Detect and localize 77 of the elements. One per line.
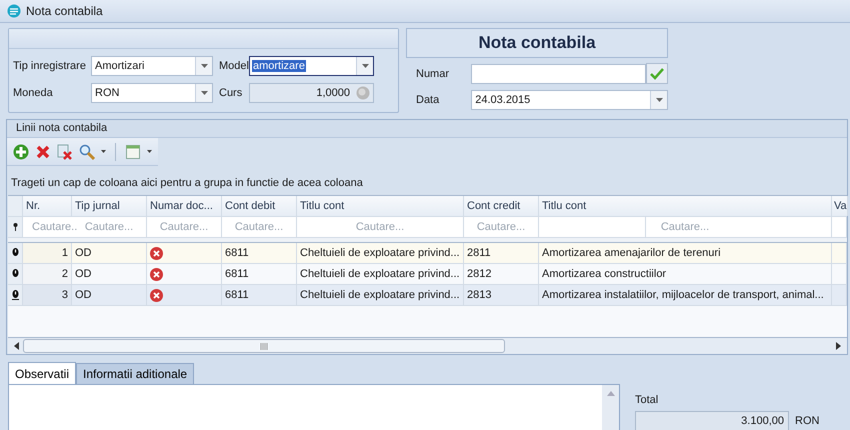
table-cell: OD [72, 285, 147, 305]
field-label: Numar [415, 68, 450, 80]
grip-icon[interactable] [260, 342, 268, 350]
window-title: Nota contabila [26, 4, 103, 18]
field-label: Moneda [13, 87, 54, 99]
table-cell: Amortizarea instalatiilor, mijloacelor de transport, animal... [539, 285, 832, 305]
dropdown-button[interactable] [650, 90, 667, 108]
sheet-icon[interactable] [125, 144, 141, 160]
table-cell: 6811 [222, 285, 297, 305]
table-cell: Cheltuieli de exploatare privind... [297, 243, 464, 263]
total-label: Total [635, 394, 660, 406]
table-cell: OD [72, 264, 147, 284]
horizontal-scrollbar[interactable] [8, 338, 847, 354]
table-cell: 2 [23, 264, 72, 284]
caret-icon [200, 64, 208, 68]
number-field[interactable] [471, 64, 646, 84]
table-cell: 1 [23, 243, 72, 263]
table-cell: Amortizarea constructiilor [539, 264, 832, 284]
add-icon[interactable] [13, 144, 29, 160]
readonly-field[interactable]: 1,0000 [249, 83, 374, 103]
currency-label: RON [795, 415, 820, 427]
field-label: Data [415, 94, 440, 106]
column-header[interactable]: Cont credit [464, 196, 539, 216]
field-label: Tip inregistrare [13, 60, 87, 72]
dropdown-button[interactable] [195, 84, 212, 102]
column-header[interactable]: Cont debit [222, 196, 297, 216]
checkmark-icon [650, 68, 664, 80]
tab[interactable]: Observatii [8, 362, 76, 384]
dropdown-button[interactable] [195, 57, 212, 75]
group-by-hint: Trageti un cap de coloana aici pentru a grupa in functie de acea coloana [10, 176, 364, 191]
column-header[interactable]: Titlu cont [297, 196, 464, 216]
warning-icon [12, 290, 18, 300]
table-cell: 2813 [464, 285, 539, 305]
caret-icon[interactable] [101, 150, 106, 153]
panel-caption: Linii nota contabila [7, 120, 847, 138]
caret-icon[interactable] [147, 150, 152, 153]
filter-pin-icon [12, 223, 18, 231]
column-header[interactable]: Nr. [23, 196, 72, 216]
table-cell: 6811 [222, 264, 297, 284]
table-cell: 2811 [464, 243, 539, 263]
field-label: Model [218, 60, 249, 72]
notes-field[interactable] [8, 384, 620, 430]
scroll-left-icon[interactable] [14, 342, 19, 350]
table-cell: 6811 [222, 243, 297, 263]
column-header[interactable]: Titlu cont [539, 196, 832, 216]
table-cell: OD [72, 243, 147, 263]
table-cell: 2812 [464, 264, 539, 284]
total-field: 3.100,00 [635, 411, 789, 430]
combo-box[interactable]: Amortizari [91, 56, 213, 76]
grid-row[interactable]: 2 OD 6811 Cheltuieli de exploatare privind... 2812 Amortizarea constructiilor [8, 264, 847, 285]
document-title: Nota contabila [406, 28, 668, 58]
table-cell: 3 [23, 285, 72, 305]
warning-icon [12, 248, 18, 258]
column-header[interactable]: Tip jurnal [72, 196, 147, 216]
combo-box[interactable]: amortizare [249, 56, 374, 76]
table-cell: Amortizarea amenajarilor de terenuri [539, 243, 832, 263]
table-cell: Cheltuieli de exploatare privind... [297, 264, 464, 284]
search-icon[interactable] [79, 144, 95, 160]
grid-row[interactable]: 3 OD 6811 Cheltuieli de exploatare privind... 2813 Amortizarea instalatiilor, mijloacelor de transport, animal... [8, 285, 847, 306]
validate-button[interactable] [646, 63, 668, 84]
caret-icon [362, 64, 368, 68]
dropdown-button[interactable] [356, 57, 373, 75]
delete-icon[interactable] [35, 144, 51, 160]
warning-icon [12, 269, 18, 279]
combo-box[interactable]: RON [91, 83, 213, 103]
date-field[interactable]: 24.03.2015 [471, 90, 668, 110]
delete-document-icon[interactable] [57, 144, 73, 160]
tab[interactable]: Informatii aditionale [76, 363, 194, 384]
app-logo-icon [7, 4, 21, 18]
caret-icon [200, 91, 208, 95]
column-header[interactable]: Va [832, 196, 848, 216]
grid-row[interactable]: 1 OD 6811 Cheltuieli de exploatare privind... 2811 Amortizarea amenajarilor de terenuri [8, 243, 847, 264]
table-cell: Cheltuieli de exploatare privind... [297, 285, 464, 305]
scroll-right-icon[interactable] [836, 342, 841, 350]
caret-icon [656, 98, 662, 102]
field-label: Curs [218, 87, 244, 99]
column-header[interactable]: Numar doc... [147, 196, 222, 216]
